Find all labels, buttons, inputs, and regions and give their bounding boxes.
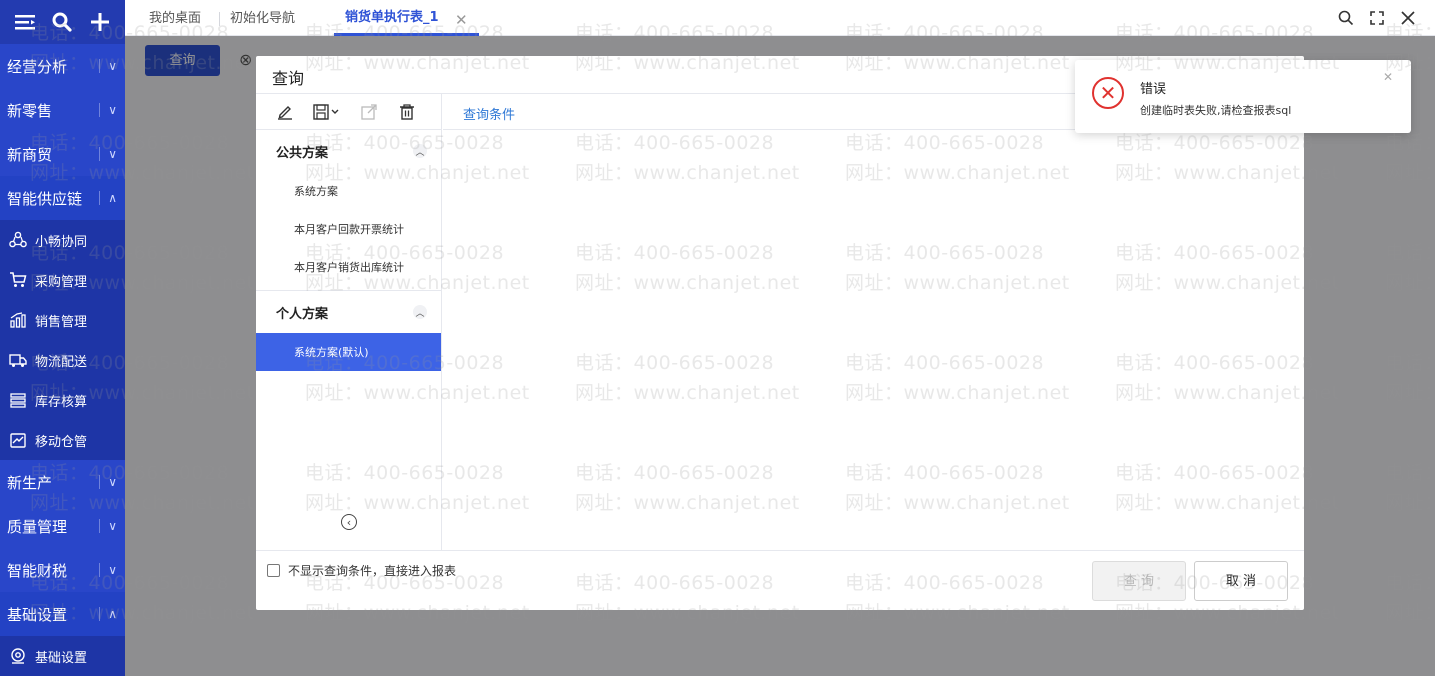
warehouse-icon — [8, 431, 27, 450]
save-dropdown-icon[interactable] — [312, 101, 342, 123]
sidebar-group-supply-chain[interactable]: 智能供应链 ∧ — [0, 176, 125, 220]
error-toast: ✕ 错误 创建临时表失败,请检查报表sql ✕ — [1075, 60, 1411, 133]
close-window-icon[interactable] — [1398, 8, 1418, 28]
sidebar-item-label: 小畅协同 — [35, 234, 88, 250]
sidebar-item-label: 库存核算 — [35, 394, 88, 410]
sidebar-item-collab[interactable]: 小畅协同 — [0, 220, 125, 260]
query-button[interactable]: 查 询 — [1092, 561, 1186, 601]
tab-init-nav[interactable]: 初始化导航 — [230, 0, 295, 36]
sidebar-item-label: 基础设置 — [35, 650, 88, 666]
error-icon: ✕ — [1092, 77, 1124, 109]
tab-bar: 我的桌面 初始化导航 销货单执行表_1 ✕ — [125, 0, 1435, 36]
sidebar: 经营分析 ∨ 新零售 ∨ 新商贸 ∨ 智能供应链 ∧ 小畅协同 采购管理 销售管… — [0, 0, 125, 676]
skip-conditions-label: 不显示查询条件，直接进入报表 — [288, 564, 457, 578]
chevron-down-icon: ∨ — [108, 147, 117, 161]
truck-icon — [8, 351, 27, 370]
delete-icon[interactable] — [396, 101, 418, 123]
sidebar-group-new-trade[interactable]: 新商贸 ∨ — [0, 132, 125, 176]
menu-toggle-icon[interactable] — [12, 9, 38, 35]
section-label: 公共方案 — [276, 145, 329, 161]
chevron-up-icon[interactable]: ︿ — [413, 144, 427, 158]
cart-icon — [8, 271, 27, 290]
sidebar-item-logistics[interactable]: 物流配送 — [0, 340, 125, 380]
stack-icon — [8, 391, 27, 410]
tab-label: 销货单执行表_1 — [345, 10, 439, 25]
collab-icon — [8, 231, 27, 250]
sidebar-item-label: 移动仓管 — [35, 434, 88, 450]
sidebar-group-label: 智能财税 — [7, 561, 68, 580]
edit-icon[interactable] — [274, 101, 296, 123]
sidebar-group-business-analysis[interactable]: 经营分析 ∨ — [0, 44, 125, 88]
tab-separator — [219, 12, 220, 26]
sidebar-group-label: 智能供应链 — [7, 189, 83, 208]
tab-query-conditions[interactable]: 查询条件 — [463, 104, 515, 123]
sales-chart-icon — [8, 311, 27, 330]
sidebar-item-sales[interactable]: 销售管理 — [0, 300, 125, 340]
scheme-item[interactable]: 本月客户销货出库统计 — [256, 248, 441, 286]
close-icon[interactable]: ✕ — [455, 0, 468, 36]
personal-schemes-header[interactable]: 个人方案 ︿ — [256, 291, 441, 333]
chevron-down-icon: ∨ — [108, 519, 117, 533]
settings-icon — [8, 647, 27, 666]
chevron-down-icon: ∨ — [108, 475, 117, 489]
scheme-item[interactable]: 本月客户回款开票统计 — [256, 210, 441, 248]
sidebar-item-label: 采购管理 — [35, 274, 88, 290]
chevron-up-icon: ∧ — [108, 191, 117, 205]
add-icon[interactable] — [87, 9, 113, 35]
sidebar-group-basic-settings[interactable]: 基础设置 ∧ — [0, 592, 125, 636]
chevron-down-icon: ∨ — [108, 59, 117, 73]
chevron-down-icon: ∨ — [108, 563, 117, 577]
scheme-panel: 公共方案 ︿ 系统方案 本月客户回款开票统计 本月客户销货出库统计 个人方案 ︿… — [256, 94, 442, 550]
chevron-up-icon[interactable]: ︿ — [413, 305, 427, 319]
chevron-down-icon: ∨ — [108, 103, 117, 117]
search-icon[interactable] — [49, 9, 75, 35]
public-schemes-header[interactable]: 公共方案 ︿ — [256, 130, 441, 172]
sidebar-submenu-supply-chain: 小畅协同 采购管理 销售管理 物流配送 库存核算 移动仓管 — [0, 220, 125, 460]
scheme-item-selected[interactable]: 系统方案(默认) — [256, 333, 441, 371]
toast-title: 错误 — [1140, 82, 1167, 97]
section-label: 个人方案 — [276, 306, 329, 322]
sidebar-toolbar — [0, 0, 125, 44]
sidebar-group-label: 新生产 — [7, 473, 53, 492]
collapse-left-icon[interactable]: ‹ — [341, 514, 357, 530]
close-icon[interactable]: ✕ — [1383, 70, 1393, 84]
sidebar-item-inventory[interactable]: 库存核算 — [0, 380, 125, 420]
sidebar-group-finance-tax[interactable]: 智能财税 ∨ — [0, 548, 125, 592]
sidebar-group-label: 质量管理 — [7, 517, 68, 536]
sidebar-group-new-retail[interactable]: 新零售 ∨ — [0, 88, 125, 132]
tab-my-desktop[interactable]: 我的桌面 — [149, 0, 201, 36]
sidebar-item-basic-settings[interactable]: 基础设置 — [0, 636, 125, 676]
sidebar-group-label: 新零售 — [7, 101, 53, 120]
cancel-button[interactable]: 取 消 — [1194, 561, 1288, 601]
sidebar-item-purchase[interactable]: 采购管理 — [0, 260, 125, 300]
divider — [256, 550, 1304, 551]
chevron-up-icon: ∧ — [108, 607, 117, 621]
sidebar-group-label: 新商贸 — [7, 145, 53, 164]
sidebar-group-quality[interactable]: 质量管理 ∨ — [0, 504, 125, 548]
sidebar-item-label: 销售管理 — [35, 314, 88, 330]
sidebar-item-mobile-warehouse[interactable]: 移动仓管 — [0, 420, 125, 460]
toast-message: 创建临时表失败,请检查报表sql — [1140, 104, 1292, 117]
fullscreen-icon[interactable] — [1367, 8, 1387, 28]
scheme-item[interactable]: 系统方案 — [256, 172, 441, 210]
dialog-title: 查询 — [272, 69, 305, 88]
sidebar-group-label: 基础设置 — [7, 605, 68, 624]
query-dialog: 查询 公共方案 ︿ 系统方案 本月客户回款开票统计 本月客户销货出库统计 个人方… — [256, 56, 1304, 610]
export-icon[interactable] — [358, 101, 380, 123]
sidebar-group-label: 经营分析 — [7, 57, 68, 76]
sidebar-item-label: 物流配送 — [35, 354, 88, 370]
scheme-toolbar — [256, 94, 441, 130]
sidebar-group-new-production[interactable]: 新生产 ∨ — [0, 460, 125, 504]
skip-conditions-checkbox[interactable] — [267, 564, 280, 577]
search-icon[interactable] — [1336, 8, 1356, 28]
